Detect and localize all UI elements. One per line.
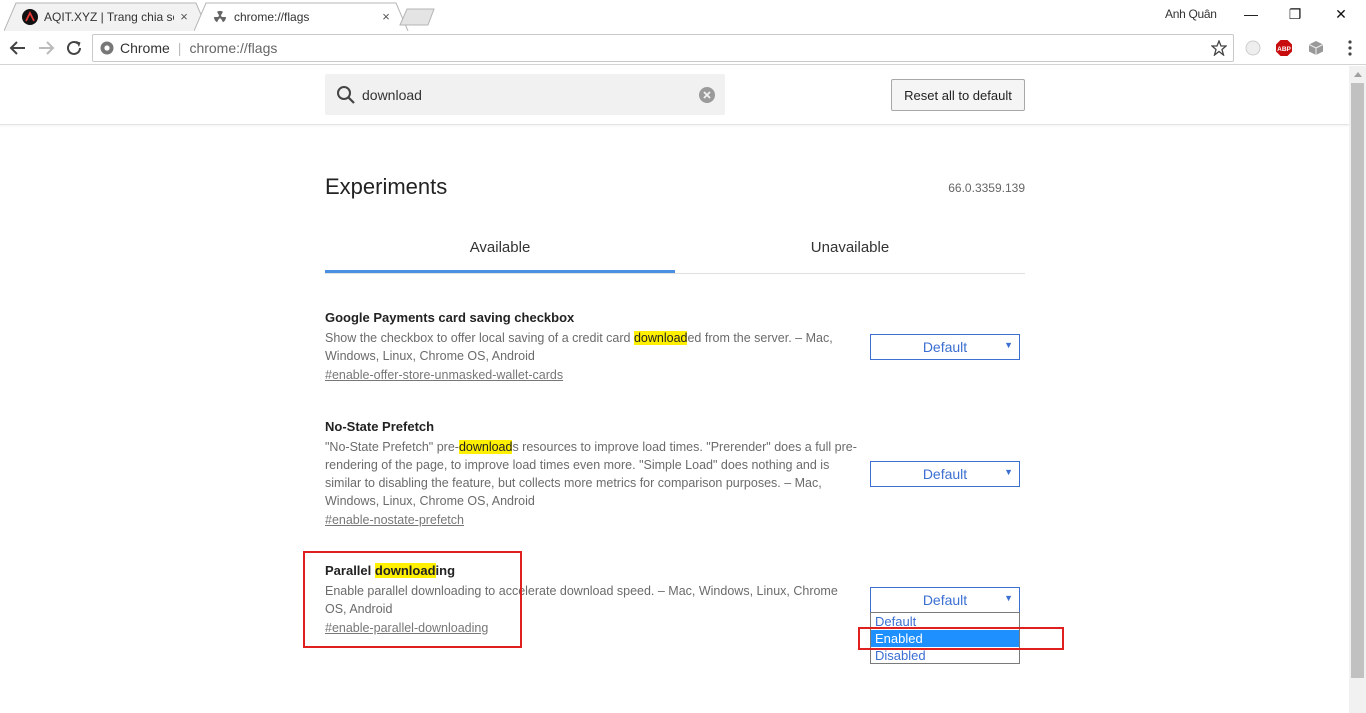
reset-all-button[interactable]: Reset all to default [891, 79, 1025, 111]
new-tab-button[interactable] [398, 2, 438, 31]
annotation-box-option [858, 627, 1064, 650]
omnibox-chip: Chrome [120, 40, 170, 56]
close-window-button[interactable]: ✕ [1318, 0, 1364, 28]
tab-title: AQIT.XYZ | Trang chia sẻ [44, 9, 174, 24]
address-bar[interactable]: Chrome | chrome://flags [92, 34, 1234, 62]
flag-item: Google Payments card saving checkbox Sho… [325, 310, 860, 384]
omnibox-url: chrome://flags [189, 40, 278, 56]
flag-name: No-State Prefetch [325, 419, 435, 434]
adblock-plus-icon[interactable]: ABP [1274, 38, 1294, 58]
browser-toolbar: Chrome | chrome://flags ABP [0, 31, 1366, 65]
search-icon [337, 85, 355, 104]
dropdown-arrow-icon: ▼ [1004, 340, 1013, 350]
search-highlight: download [458, 440, 513, 454]
tab-flags[interactable]: chrome://flags × [202, 2, 402, 31]
back-arrow-icon [9, 41, 25, 55]
tab-available[interactable]: Available [325, 228, 675, 273]
flag-item: No-State Prefetch "No-State Prefetch" pr… [325, 419, 860, 529]
dropdown-arrow-icon: ▼ [1004, 467, 1013, 477]
back-button[interactable] [5, 35, 31, 61]
chrome-page-icon [100, 41, 114, 55]
flag-link[interactable]: #enable-offer-store-unmasked-wallet-card… [325, 368, 563, 382]
tab-title: chrome://flags [234, 9, 310, 24]
tab-close-icon[interactable]: × [376, 9, 396, 24]
tab-close-icon[interactable]: × [174, 9, 194, 24]
flag-description: "No-State Prefetch" pre-downloads resour… [325, 440, 857, 508]
scroll-thumb[interactable] [1351, 83, 1364, 678]
clear-search-icon[interactable] [698, 86, 716, 104]
minimize-button[interactable]: — [1228, 0, 1274, 28]
tab-unavailable[interactable]: Unavailable [675, 228, 1025, 273]
flags-header: Reset all to default [0, 66, 1349, 125]
profile-user-name[interactable]: Anh Quân [1165, 7, 1217, 21]
extension-circle-icon[interactable] [1243, 38, 1263, 58]
reload-icon [67, 40, 81, 55]
svg-text:ABP: ABP [1277, 46, 1291, 53]
version-number: 66.0.3359.139 [948, 181, 1025, 195]
page-scrollbar[interactable] [1349, 66, 1366, 713]
search-input[interactable] [362, 86, 692, 103]
flag-select-value: Default [922, 466, 968, 482]
scroll-up-arrow-icon[interactable] [1349, 66, 1366, 83]
annotation-box-flag [303, 551, 522, 648]
reload-button[interactable] [61, 35, 87, 61]
flags-tabs: Available Unavailable [325, 228, 1025, 274]
flag-select[interactable]: Default ▼ [870, 334, 1020, 360]
forward-button[interactable] [33, 35, 59, 61]
tab-aqit[interactable]: AQIT.XYZ | Trang chia sẻ × [14, 2, 200, 31]
dropdown-arrow-icon: ▼ [1004, 593, 1013, 603]
omnibox-separator: | [177, 40, 182, 56]
flag-name: Google Payments card saving checkbox [325, 310, 575, 325]
bookmark-star-icon[interactable] [1211, 40, 1227, 56]
flag-description: Show the checkbox to offer local saving … [325, 331, 833, 363]
menu-kebab-icon[interactable] [1340, 38, 1360, 58]
flag-link[interactable]: #enable-nostate-prefetch [325, 513, 464, 527]
flag-select-parallel[interactable]: Default ▼ [870, 587, 1020, 613]
aqit-favicon-icon [22, 8, 38, 25]
restore-button[interactable]: ❐ [1272, 0, 1318, 28]
title-bar: AQIT.XYZ | Trang chia sẻ × chrome://flag… [0, 0, 1366, 31]
search-box [325, 74, 725, 115]
flags-radiation-icon [212, 9, 228, 25]
flag-select-value: Default [922, 592, 968, 608]
flag-select[interactable]: Default ▼ [870, 461, 1020, 487]
flag-select-value: Default [922, 339, 968, 355]
extension-cube-icon[interactable] [1306, 38, 1326, 58]
forward-arrow-icon [39, 41, 55, 55]
search-highlight: download [633, 331, 688, 345]
page-title: Experiments [325, 174, 448, 199]
